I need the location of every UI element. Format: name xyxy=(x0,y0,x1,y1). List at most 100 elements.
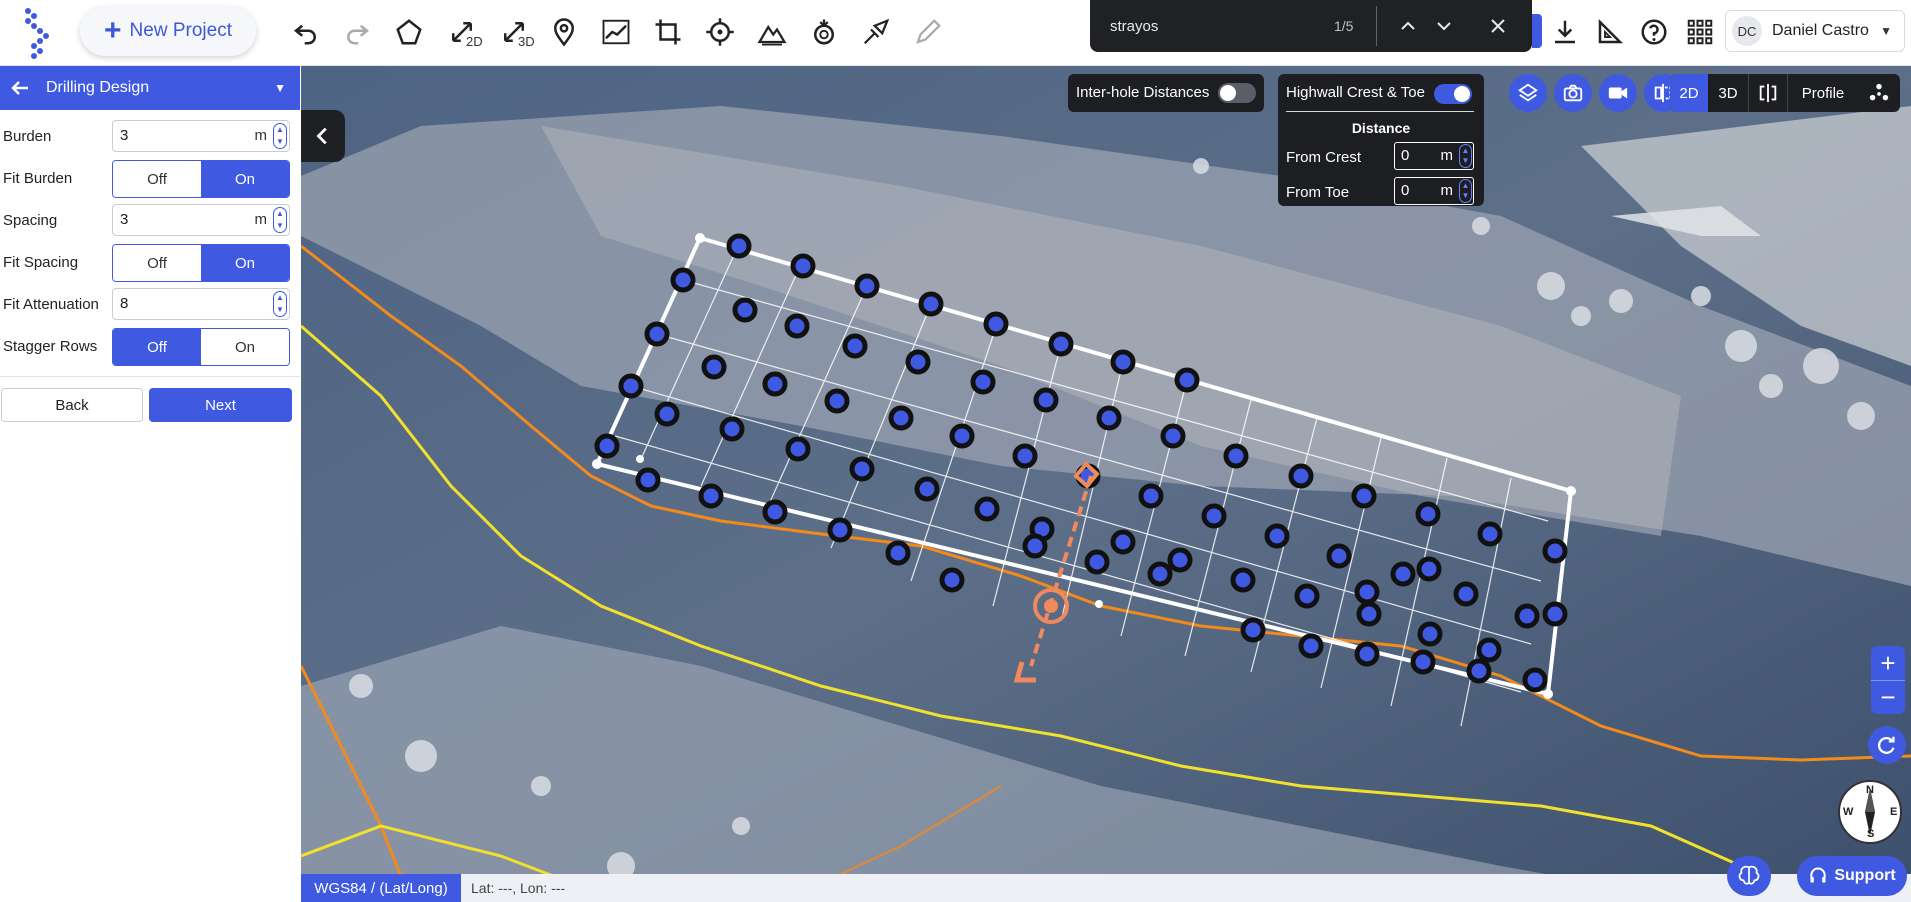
burden-stepper[interactable]: ▲ ▼ xyxy=(273,123,287,149)
drill-hole-marker[interactable] xyxy=(888,405,914,431)
arrow-left-icon[interactable] xyxy=(8,76,32,100)
drill-hole-marker[interactable] xyxy=(1351,483,1377,509)
drill-hole-marker[interactable] xyxy=(1048,331,1074,357)
pencil-tool-button[interactable] xyxy=(908,12,948,52)
drill-hole-marker[interactable] xyxy=(1476,637,1502,663)
spacing-stepper[interactable]: ▲ ▼ xyxy=(273,207,287,233)
drill-hole-marker[interactable] xyxy=(1522,667,1548,693)
fit-attenuation-stepper[interactable]: ▲ ▼ xyxy=(273,291,287,317)
stepper-up-icon[interactable]: ▲ xyxy=(276,125,284,135)
drill-hole-marker[interactable] xyxy=(1022,533,1048,559)
map-viewport[interactable]: Inter-hole Distances xyxy=(301,66,1911,902)
zoom-out-button[interactable]: − xyxy=(1871,680,1905,714)
drill-hole-marker[interactable] xyxy=(1453,581,1479,607)
drill-hole-marker[interactable] xyxy=(1230,567,1256,593)
new-project-button[interactable]: + New Project xyxy=(80,6,256,56)
redo-button[interactable] xyxy=(337,12,377,52)
profile-view-button[interactable]: Profile xyxy=(1788,74,1858,112)
drill-hole-marker[interactable] xyxy=(1417,621,1443,647)
reset-north-button[interactable] xyxy=(1868,726,1906,764)
drill-hole-marker[interactable] xyxy=(1466,658,1492,684)
stepper-down-icon[interactable]: ▼ xyxy=(1462,156,1470,166)
profile-chart-button[interactable] xyxy=(596,12,636,52)
drill-hole-marker[interactable] xyxy=(1477,521,1503,547)
burden-input[interactable]: 3 m ▲ ▼ xyxy=(112,120,290,152)
drill-hole-marker[interactable] xyxy=(949,423,975,449)
drill-hole-marker[interactable] xyxy=(1326,543,1352,569)
drill-hole-marker[interactable] xyxy=(635,467,661,493)
drill-hole-marker[interactable] xyxy=(827,517,853,543)
from-crest-input[interactable]: 0 m ▲ ▼ xyxy=(1394,142,1474,170)
stepper-up-icon[interactable]: ▲ xyxy=(1462,146,1470,156)
stagger-rows-on-button[interactable]: On xyxy=(201,329,289,365)
stepper-down-icon[interactable]: ▼ xyxy=(276,221,284,231)
angle-measure-button[interactable] xyxy=(1590,12,1630,52)
compass-icon[interactable]: N S E W xyxy=(1838,780,1902,844)
drill-hole-marker[interactable] xyxy=(974,496,1000,522)
drill-hole-marker[interactable] xyxy=(918,291,944,317)
screenshot-button[interactable] xyxy=(1554,74,1592,112)
drill-hole-marker[interactable] xyxy=(1288,463,1314,489)
drill-hole-marker[interactable] xyxy=(1160,423,1186,449)
drill-hole-marker[interactable] xyxy=(698,483,724,509)
polygon-tool-button[interactable] xyxy=(389,12,429,52)
drill-hole-marker[interactable] xyxy=(1223,443,1249,469)
drill-hole-marker[interactable] xyxy=(1542,538,1568,564)
drill-hole-marker[interactable] xyxy=(1167,547,1193,573)
drill-hole-marker[interactable] xyxy=(1084,549,1110,575)
drill-hole-marker[interactable] xyxy=(1416,556,1442,582)
drill-hole-marker[interactable] xyxy=(644,321,670,347)
drill-hole-marker[interactable] xyxy=(719,416,745,442)
drill-hole-marker[interactable] xyxy=(726,233,752,259)
drill-hole-marker[interactable] xyxy=(842,333,868,359)
drill-hole-marker[interactable] xyxy=(1033,387,1059,413)
drill-hole-marker[interactable] xyxy=(849,456,875,482)
drill-hole-marker[interactable] xyxy=(824,388,850,414)
drill-hole-marker[interactable] xyxy=(594,433,620,459)
stepper-up-icon[interactable]: ▲ xyxy=(276,293,284,303)
support-button[interactable]: Support xyxy=(1797,856,1907,896)
drill-hole-marker[interactable] xyxy=(970,369,996,395)
drill-hole-marker[interactable] xyxy=(939,567,965,593)
drill-hole-marker[interactable] xyxy=(1138,483,1164,509)
drill-hole-marker[interactable] xyxy=(914,476,940,502)
stepper-down-icon[interactable]: ▼ xyxy=(1462,191,1470,201)
highwall-switch[interactable] xyxy=(1434,84,1472,104)
drill-hole-marker[interactable] xyxy=(1201,503,1227,529)
stagger-rows-off-button[interactable]: Off xyxy=(113,329,201,365)
drill-tool-button[interactable] xyxy=(856,12,896,52)
drill-hole-marker[interactable] xyxy=(790,253,816,279)
drill-hole-marker[interactable] xyxy=(784,313,810,339)
blast-button[interactable] xyxy=(804,12,844,52)
drill-hole-marker[interactable] xyxy=(670,267,696,293)
record-video-button[interactable] xyxy=(1599,74,1637,112)
drill-hole-marker[interactable] xyxy=(1240,617,1266,643)
drill-hole-marker[interactable] xyxy=(785,436,811,462)
measure-3d-button[interactable]: 3D xyxy=(494,12,535,52)
drill-hole-marker[interactable] xyxy=(1542,601,1568,627)
drill-hole-marker[interactable] xyxy=(732,297,758,323)
view-3d-button[interactable]: 3D xyxy=(1708,74,1748,112)
hidden-button-edge[interactable] xyxy=(1532,14,1542,48)
from-toe-stepper[interactable]: ▲ ▼ xyxy=(1459,179,1472,203)
ai-assistant-button[interactable] xyxy=(1727,856,1771,896)
next-button[interactable]: Next xyxy=(149,388,292,422)
caret-down-icon[interactable]: ▼ xyxy=(274,81,286,95)
drill-hole-marker[interactable] xyxy=(1110,349,1136,375)
find-previous-button[interactable] xyxy=(1392,10,1424,42)
drill-hole-marker[interactable] xyxy=(1264,523,1290,549)
split-view-button[interactable] xyxy=(1748,74,1788,112)
drill-hole-marker[interactable] xyxy=(1410,649,1436,675)
drill-hole-marker[interactable] xyxy=(1354,641,1380,667)
drill-hole-marker[interactable] xyxy=(1298,633,1324,659)
find-next-button[interactable] xyxy=(1428,10,1460,42)
from-crest-stepper[interactable]: ▲ ▼ xyxy=(1459,144,1472,168)
drill-hole-marker[interactable] xyxy=(1354,579,1380,605)
apps-grid-button[interactable] xyxy=(1680,12,1720,52)
collapse-panel-button[interactable] xyxy=(301,110,345,162)
back-button[interactable]: Back xyxy=(1,388,143,422)
hole-pattern-button[interactable] xyxy=(1858,74,1900,112)
drill-hole-marker[interactable] xyxy=(905,349,931,375)
crop-button[interactable] xyxy=(648,12,688,52)
zoom-in-button[interactable]: + xyxy=(1871,646,1905,680)
